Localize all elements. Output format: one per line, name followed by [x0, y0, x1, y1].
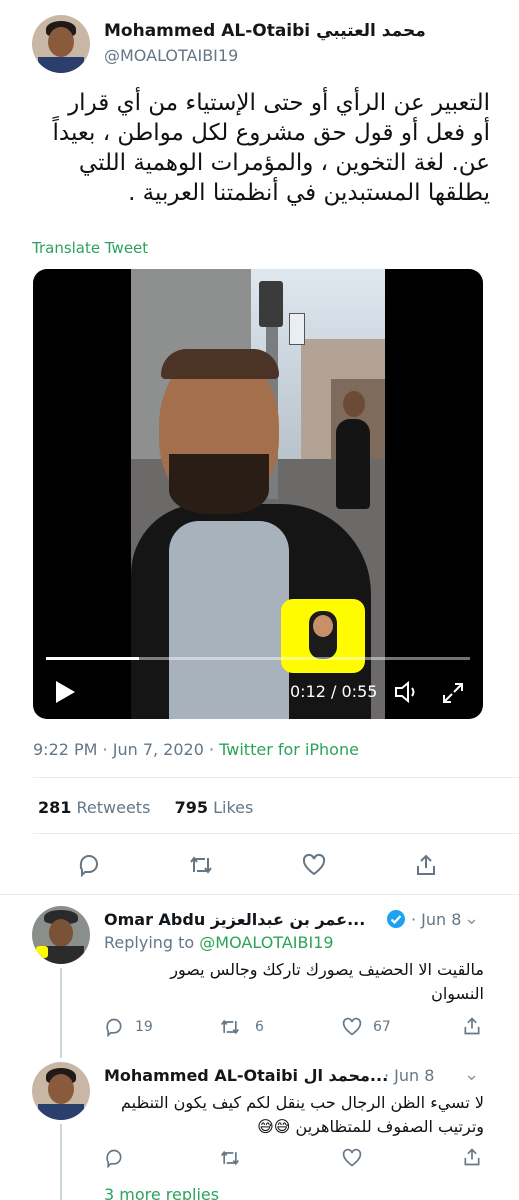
snapcode-badge	[281, 599, 365, 673]
replying-to: Replying to @MOALOTAIBI19	[104, 933, 334, 952]
like-count: 67	[373, 1019, 391, 1035]
replying-prefix: Replying to	[104, 933, 200, 952]
chevron-down-icon[interactable]: ⌄	[464, 1064, 479, 1085]
author-avatar[interactable]	[32, 15, 90, 73]
reply-text-line: النسوان	[431, 984, 484, 1003]
retweet-icon[interactable]	[188, 853, 214, 881]
video-time-display: 0:12 / 0:55	[290, 682, 378, 701]
volume-icon[interactable]	[394, 680, 420, 704]
retweet-count: 6	[255, 1019, 264, 1035]
heart-icon[interactable]	[342, 1017, 362, 1041]
divider	[0, 894, 519, 895]
reply-text-line: لا تسيء الظن الرجال حب ينقل لكم كيف يكون…	[121, 1093, 484, 1112]
tweet-text-line: عن. لغة التخوين ، والمؤمرات الوهمية اللت…	[78, 150, 490, 176]
reply-icon[interactable]	[104, 1148, 124, 1172]
reply-author-name[interactable]: Mohammed AL-Otaibi محمد ال...	[104, 1066, 388, 1085]
author-name[interactable]: Mohammed AL-Otaibi محمد العتيبي	[104, 21, 426, 41]
reply-text: لا تسيء الظن الرجال حب ينقل لكم كيف يكون…	[104, 1091, 484, 1139]
tweet-stats: 281 Retweets 795 Likes	[38, 798, 253, 817]
reply-date[interactable]: · Jun 8	[411, 910, 461, 929]
retweet-icon[interactable]	[219, 1017, 241, 1041]
replying-to-handle[interactable]: @MOALOTAIBI19	[199, 933, 333, 952]
likes-label[interactable]: Likes	[213, 798, 253, 817]
reply-icon[interactable]	[77, 853, 101, 881]
reply-avatar[interactable]	[32, 906, 90, 964]
tweet-timestamp: 9:22 PM · Jun 7, 2020 · Twitter for iPho…	[33, 740, 359, 759]
reply-count: 19	[135, 1019, 153, 1035]
reply-author-name[interactable]: Omar Abdu عمر بن عبدالعزيز...	[104, 910, 365, 929]
play-icon[interactable]	[53, 679, 77, 705]
author-handle[interactable]: @MOALOTAIBI19	[104, 46, 238, 65]
video-frame	[131, 269, 385, 719]
retweet-icon[interactable]	[219, 1148, 241, 1172]
retweets-label[interactable]: Retweets	[77, 798, 151, 817]
video-progress-bar[interactable]	[46, 657, 470, 660]
thread-line	[60, 968, 62, 1058]
retweets-count[interactable]: 281	[38, 798, 71, 817]
more-replies-link[interactable]: 3 more replies	[104, 1185, 219, 1200]
share-icon[interactable]	[462, 1147, 482, 1171]
share-icon[interactable]	[462, 1016, 482, 1040]
reply-date[interactable]: · Jun 8	[384, 1066, 434, 1085]
translate-tweet-link[interactable]: Translate Tweet	[32, 239, 148, 257]
reply-avatar[interactable]	[32, 1062, 90, 1120]
divider	[33, 777, 519, 778]
heart-icon[interactable]	[302, 853, 326, 881]
client-link[interactable]: Twitter for iPhone	[219, 740, 359, 759]
tweet-text-line: التعبير عن الرأي أو حتى الإستياء من أي ق…	[68, 90, 490, 116]
divider	[33, 833, 519, 834]
verified-badge-icon	[386, 909, 406, 929]
tweet-text-line: يطلقها المستبدين في أنظمتنا العربية .	[128, 180, 490, 206]
heart-icon[interactable]	[342, 1148, 362, 1172]
reply-text: مالقيت الا الحضيف يصورك تاركك وجالس يصور…	[104, 958, 484, 1006]
reply-icon[interactable]	[104, 1017, 124, 1041]
timestamp-text: 9:22 PM · Jun 7, 2020 ·	[33, 740, 220, 759]
tweet-text: التعبير عن الرأي أو حتى الإستياء من أي ق…	[28, 88, 490, 208]
thread-line	[60, 1124, 62, 1200]
expand-icon[interactable]	[441, 681, 465, 705]
video-progress-fill	[46, 657, 140, 660]
reply-text-line: مالقيت الا الحضيف يصورك تاركك وجالس يصور	[170, 960, 484, 979]
video-player[interactable]: 0:12 / 0:55	[33, 269, 483, 719]
tweet-text-line: أو فعل أو قول حق مشروع لكل مواطن ، بعيدا…	[52, 120, 490, 146]
reply-text-line: وترتيب الصفوف للمتظاهرين 😅😅	[257, 1117, 484, 1136]
likes-count[interactable]: 795	[175, 798, 208, 817]
share-icon[interactable]	[414, 853, 438, 881]
chevron-down-icon[interactable]: ⌄	[464, 908, 479, 929]
